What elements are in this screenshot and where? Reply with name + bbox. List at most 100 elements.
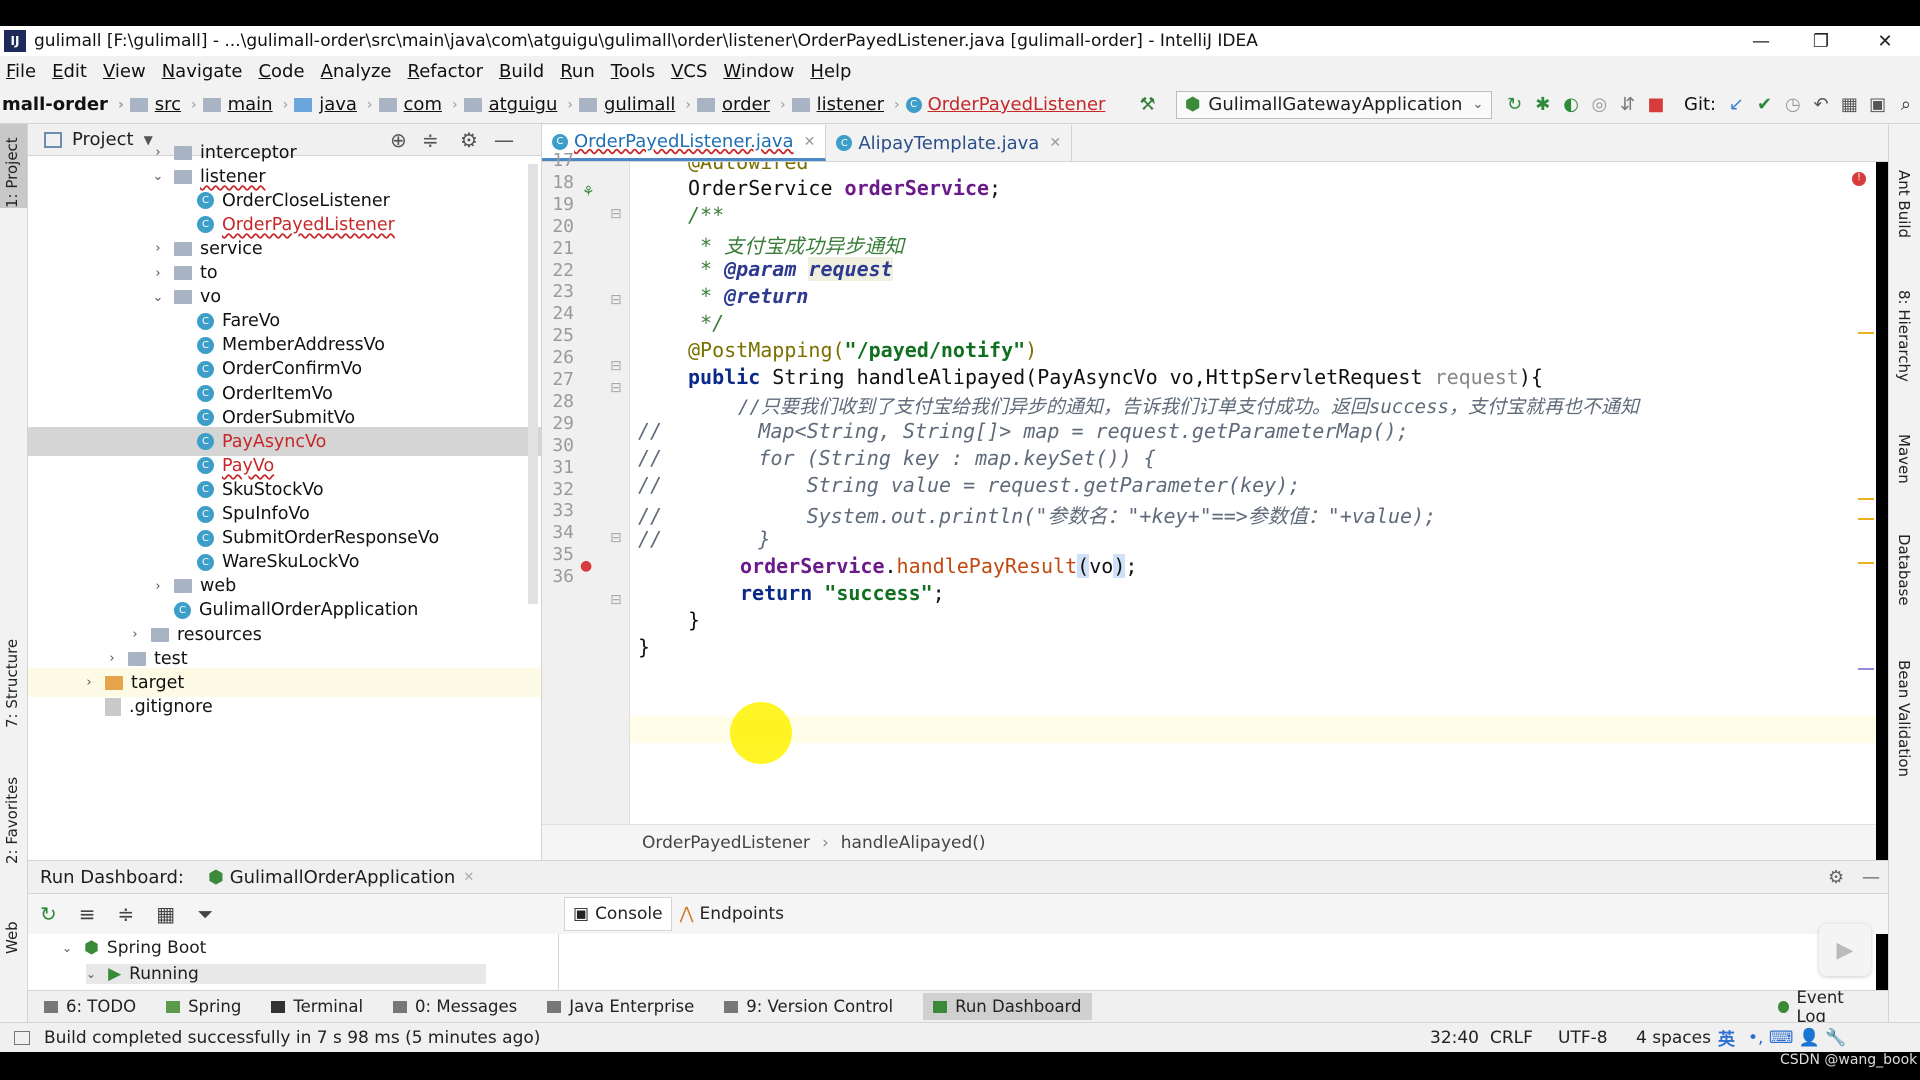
line-number[interactable]: 21 [544,238,574,259]
project-structure-icon[interactable]: ▦ [1835,90,1863,120]
line-number[interactable]: 26 [544,347,574,368]
run-dashboard-app-tab[interactable]: GulimallOrderApplication [230,867,456,888]
build-hammer-icon[interactable]: ⚒ [1133,90,1161,120]
chevron-down-icon[interactable]: ⌄ [150,290,166,305]
chevron-right-icon[interactable]: › [150,266,166,281]
minimize-button[interactable]: — [1736,26,1786,56]
tool-tab-todo[interactable]: 6: TODO [44,997,136,1016]
line-number[interactable]: 23 [544,281,574,302]
tool-tab-favorites[interactable]: 2: Favorites [3,777,21,864]
status-caret-position[interactable]: 32:40 [1430,1028,1479,1048]
line-number[interactable]: 20 [544,216,574,237]
tab-console[interactable]: ▣ Console [564,897,672,931]
line-number[interactable]: 36 [544,566,574,587]
fold-icon[interactable]: ⊟ [610,592,622,608]
line-number[interactable]: 32 [544,479,574,500]
nav-crumb-src[interactable]: src › [129,94,197,115]
stop-icon[interactable]: ■ [1642,90,1670,120]
menu-tools[interactable]: Tools [611,61,655,82]
nav-crumb-gulimall[interactable]: gulimall › [578,94,691,115]
nav-crumb-file[interactable]: C OrderPayedListener [905,94,1105,115]
line-number[interactable]: 33 [544,500,574,521]
tool-tab-messages[interactable]: 0: Messages [393,997,517,1016]
restore-button[interactable]: ❐ [1796,26,1846,56]
line-number[interactable]: 25 [544,325,574,346]
debug-icon[interactable]: ✱ [1529,90,1557,120]
tab-endpoints[interactable]: ⋀ Endpoints [672,897,792,931]
line-number[interactable]: 28 [544,391,574,412]
project-scrollbar[interactable] [528,164,538,604]
run-config-select[interactable]: ⬢ GulimallGatewayApplication ⌄ [1175,90,1493,119]
menu-vcs[interactable]: VCS [671,61,707,82]
tool-tab-ant-build[interactable]: Ant Build [1895,170,1913,238]
breadcrumb-method[interactable]: handleAlipayed() [841,833,986,853]
collapse-all-icon[interactable]: ≑ [118,902,135,926]
error-stripe-icon[interactable]: ! [1852,172,1866,186]
menu-window[interactable]: Window [723,61,794,82]
tool-tab-hierarchy[interactable]: 8: Hierarchy [1895,290,1913,382]
profile-icon[interactable]: ◎ [1585,90,1613,120]
close-tab-icon[interactable]: ✕ [463,870,474,885]
line-number[interactable]: 19 [544,194,574,215]
warning-marker[interactable] [1858,498,1874,500]
menu-navigate[interactable]: Navigate [162,61,243,82]
tool-tab-java-enterprise[interactable]: Java Enterprise [547,997,694,1016]
search-icon[interactable]: ⌕ [1892,90,1920,120]
git-history-icon[interactable]: ◷ [1779,90,1807,120]
nav-crumb-main[interactable]: main › [202,94,288,115]
close-tab-icon[interactable]: ✕ [1049,135,1061,151]
line-number[interactable]: 22 [544,260,574,281]
error-bulb-icon[interactable]: ● [580,558,592,574]
warning-marker[interactable] [1858,332,1874,334]
chevron-down-icon[interactable]: ⌄ [150,169,166,184]
menu-run[interactable]: Run [560,61,595,82]
chevron-right-icon[interactable]: › [150,579,166,594]
menu-help[interactable]: Help [810,61,851,82]
menu-edit[interactable]: Edit [52,61,87,82]
chevron-right-icon[interactable]: › [150,145,166,160]
line-number[interactable]: 29 [544,413,574,434]
git-update-icon[interactable]: ↙ [1722,90,1750,120]
tab-alipay-template[interactable]: C AlipayTemplate.java ✕ [826,125,1073,161]
menu-file[interactable]: File [6,61,36,82]
chevron-right-icon[interactable]: › [150,241,166,256]
nav-crumb-listener[interactable]: listener › [791,94,900,115]
gear-icon[interactable]: ⚙ [1828,867,1844,888]
tool-tab-spring[interactable]: Spring [166,997,241,1016]
status-line-separator[interactable]: CRLF [1490,1028,1533,1048]
coverage-icon[interactable]: ◐ [1557,90,1585,120]
group-icon[interactable]: ▦ [156,902,175,926]
tool-tab-web[interactable]: Web [3,921,21,954]
chevron-right-icon[interactable]: › [127,627,143,642]
line-number[interactable]: 27 [544,369,574,390]
status-panel-icon[interactable] [14,1030,30,1045]
nav-crumb-java[interactable]: java › [294,94,373,115]
menu-view[interactable]: View [103,61,146,82]
fold-icon[interactable]: ⊟ [610,206,622,222]
nav-crumb-atguigu[interactable]: atguigu › [463,94,573,115]
ime-toolbar-icon[interactable]: •, ⌨ 👤 🔧 [1748,1028,1847,1048]
attach-icon[interactable]: ⇵ [1613,90,1641,120]
menu-code[interactable]: Code [258,61,304,82]
fold-icon[interactable]: ⊟ [610,530,622,546]
event-log-button[interactable]: Event Log [1778,988,1858,1026]
tree-spring-boot[interactable]: ⌄ ⬢ Spring Boot [62,938,206,958]
line-number[interactable]: 24 [544,303,574,324]
close-button[interactable]: ✕ [1860,26,1910,56]
line-number[interactable]: 35 [544,544,574,565]
filter-icon[interactable]: ⏷ [197,902,213,926]
fold-icon[interactable]: ⊟ [610,380,622,396]
tab-order-payed-listener[interactable]: C OrderPayedListener.java ✕ [542,125,827,161]
rerun-icon[interactable]: ↻ [40,902,57,926]
play-overlay-icon[interactable]: ▶ [1819,924,1871,976]
nav-crumb-order[interactable]: order › [696,94,786,115]
tool-tab-project[interactable]: 1: Project [3,137,21,208]
status-indent[interactable]: 4 spaces [1636,1028,1711,1048]
tool-tab-run-dashboard[interactable]: Run Dashboard [923,993,1092,1020]
nav-crumb-com[interactable]: com › [378,94,458,115]
line-number[interactable]: 31 [544,457,574,478]
menu-build[interactable]: Build [499,61,544,82]
fold-icon[interactable]: ⊟ [610,358,622,374]
nav-crumb-module[interactable]: mall-order › [2,94,124,115]
breadcrumb-class[interactable]: OrderPayedListener [642,833,810,853]
